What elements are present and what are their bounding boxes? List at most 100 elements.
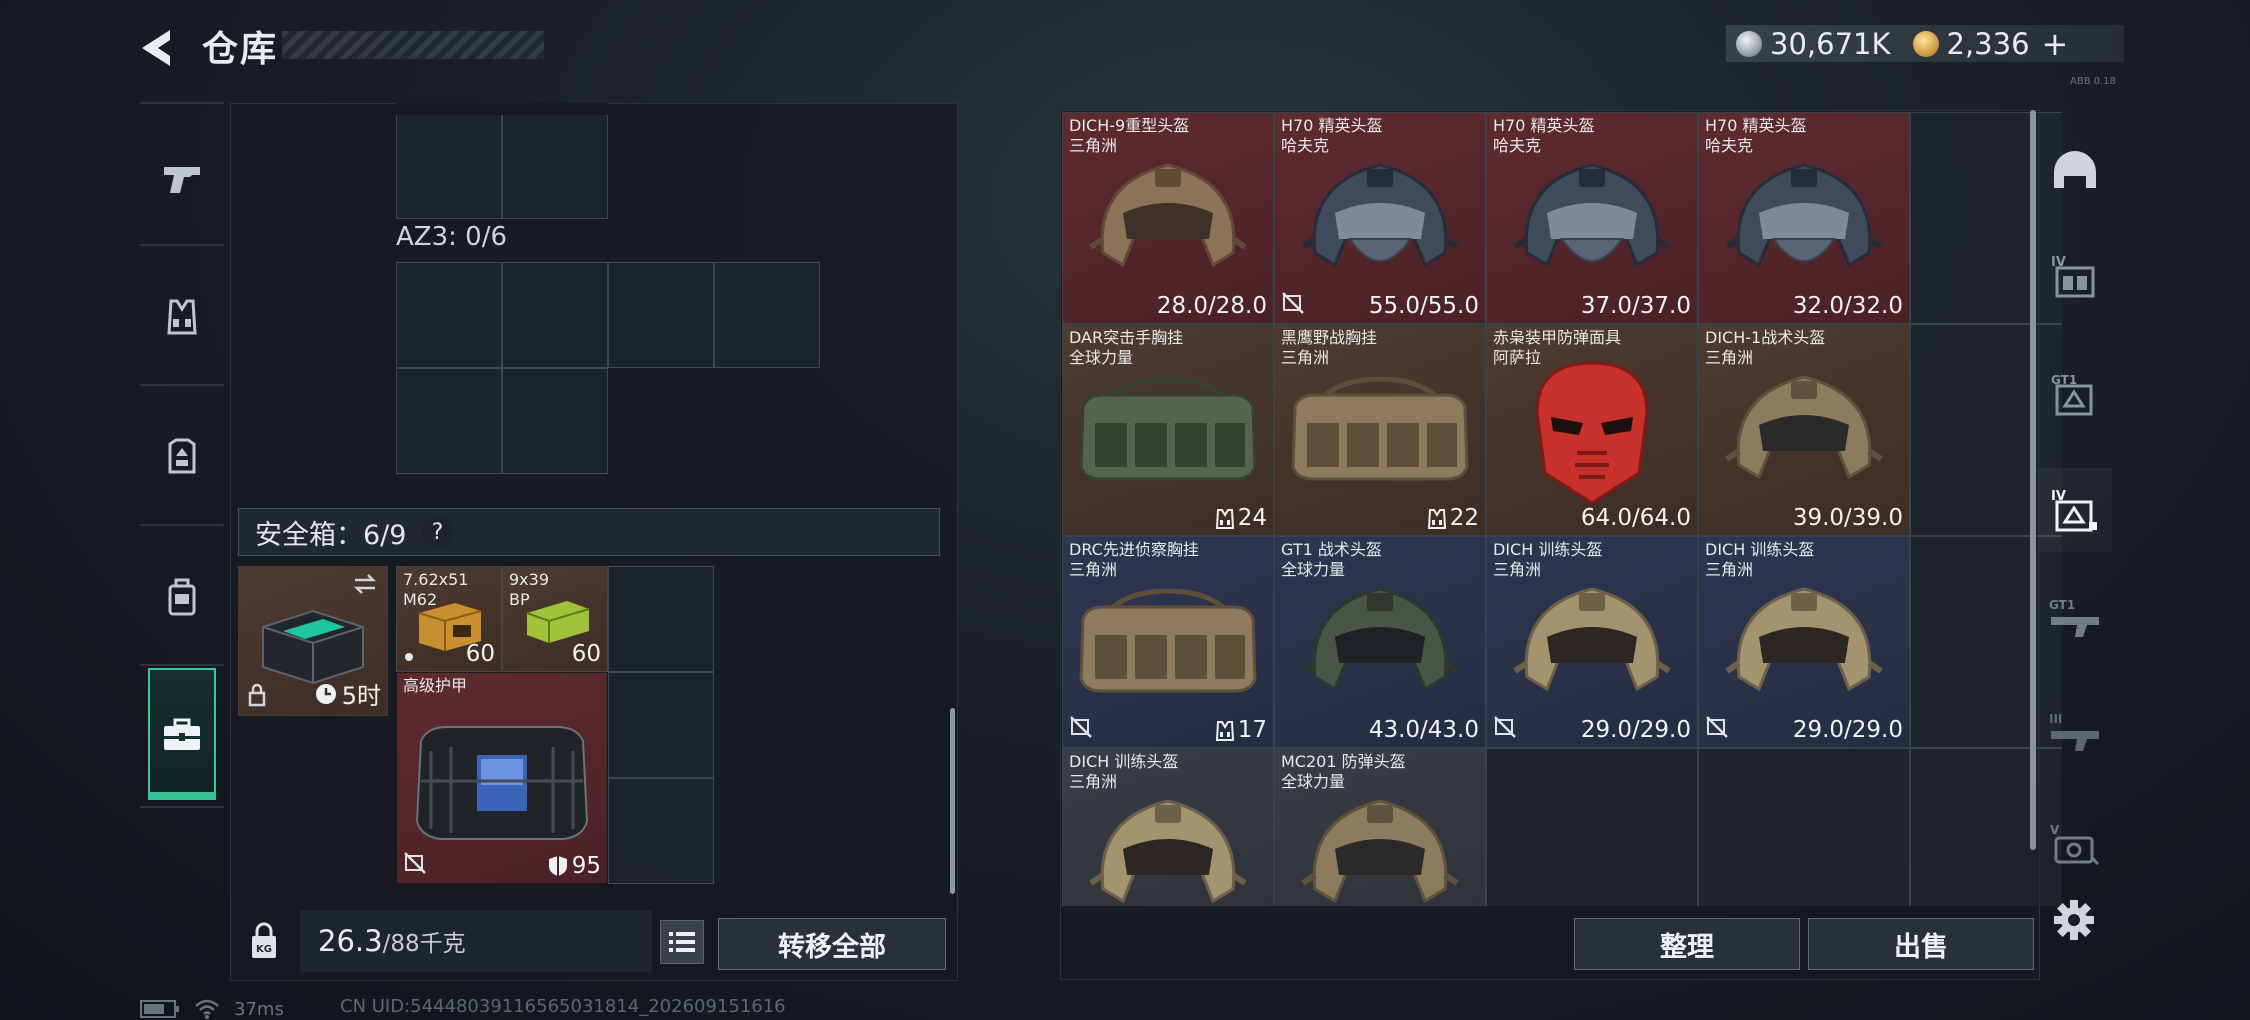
new-dot-icon — [405, 653, 413, 661]
item-name: DICH 训练头盔 — [1705, 540, 1815, 559]
stash-item[interactable]: DRC先进侦察胸挂 三角洲 17 — [1063, 537, 1273, 747]
durability-value: 32.0/32.0 — [1792, 293, 1903, 319]
gt1-armor-filter-icon: GT1 — [2051, 373, 2093, 416]
stash-scrollbar[interactable] — [2030, 110, 2036, 850]
case-icon — [164, 718, 200, 750]
filter-gt1-armor[interactable]: GT1 — [2040, 352, 2110, 436]
item-image — [1083, 143, 1253, 297]
item-name: 赤枭装甲防弹面具 — [1493, 328, 1622, 347]
help-button[interactable]: ? — [422, 517, 453, 547]
transfer-all-button[interactable]: 转移全部 — [718, 918, 946, 970]
sort-button[interactable]: 整理 — [1574, 918, 1800, 970]
item-faction: 三角洲 — [1705, 560, 1754, 579]
az3-slot[interactable] — [502, 368, 608, 474]
safebox-slot[interactable] — [608, 566, 714, 672]
az3-capacity-label: AZ3: 0/6 — [396, 222, 508, 252]
stash-grid: DICH-9重型头盔 三角洲 28.0/28.0 H70 精英头盔 哈夫克 55.0/55… — [1062, 112, 2062, 906]
item-name: DICH-1战术头盔 — [1705, 328, 1826, 347]
durability-value: 37.0/37.0 — [1580, 293, 1691, 319]
svg-text:KG: KG — [256, 944, 272, 955]
stash-slot[interactable] — [1486, 748, 1698, 906]
durability-value: 29.0/29.0 — [1792, 717, 1903, 743]
stash-item[interactable]: GT1 战术头盔 全球力量 43.0/43.0 — [1275, 537, 1485, 747]
settings-button[interactable] — [2050, 896, 2098, 944]
durability-value: 28.0/28.0 — [1156, 293, 1267, 319]
item-name: H70 精英头盔 — [1493, 116, 1595, 135]
safebox-item[interactable]: 5时 — [238, 566, 388, 716]
silver-amount: 30,671K — [1770, 26, 1891, 61]
back-button[interactable] — [136, 26, 180, 70]
wifi-icon — [195, 999, 219, 1019]
az3-slot[interactable] — [396, 368, 502, 474]
item-name: H70 精英头盔 — [1281, 116, 1383, 135]
filter-all[interactable] — [2040, 128, 2110, 212]
add-currency-button[interactable]: + — [2042, 25, 2069, 63]
item-sub: M62 — [403, 590, 438, 609]
swap-icon[interactable] — [351, 573, 379, 595]
stash-item[interactable]: 赤枭装甲防弹面具 阿萨拉 64.0/64.0 — [1487, 325, 1697, 535]
stash-item[interactable]: DAR突击手胸挂 全球力量 24 — [1063, 325, 1273, 535]
filter-iv-helmet[interactable]: IV — [2040, 468, 2110, 552]
advanced-armor-item[interactable]: 高级护甲 95 — [397, 673, 607, 883]
filter-v-equipment[interactable]: V — [2040, 802, 2110, 886]
v-equipment-filter-icon: V — [2050, 823, 2100, 866]
nav-armor[interactable] — [140, 398, 224, 516]
item-name: H70 精英头盔 — [1705, 116, 1807, 135]
ammo-762x51-item[interactable]: 7.62x51 M62 60 — [397, 567, 501, 671]
armor-plate-icon — [168, 438, 196, 474]
stash-item[interactable]: H70 精英头盔 哈夫克 32.0/32.0 — [1699, 113, 1909, 323]
az3-slot[interactable] — [502, 262, 608, 368]
stash-item[interactable]: DICH-1战术头盔 三角洲 39.0/39.0 — [1699, 325, 1909, 535]
item-faction: 全球力量 — [1069, 348, 1134, 367]
weight-lock-button[interactable]: KG — [232, 910, 296, 972]
status-bar: 37ms — [140, 998, 284, 1020]
stash-item[interactable]: H70 精英头盔 哈夫克 55.0/55.0 — [1275, 113, 1485, 323]
armor-durability: 95 — [548, 853, 601, 879]
weight-lock-icon: KG — [252, 922, 276, 958]
nav-divider — [140, 102, 224, 104]
item-name: DICH-9重型头盔 — [1069, 116, 1190, 135]
weight-max: /88千克 — [382, 931, 466, 957]
az3-slot[interactable] — [714, 262, 820, 368]
stash-item[interactable]: DICH 训练头盔 三角洲 29.0/29.0 — [1699, 537, 1909, 747]
item-faction: 哈夫克 — [1281, 136, 1330, 155]
cannot-repair-icon — [403, 851, 427, 879]
sell-button[interactable]: 出售 — [1808, 918, 2034, 970]
capacity-value: 24 — [1215, 505, 1267, 531]
ping-value: 37ms — [234, 998, 284, 1020]
grid-slot[interactable] — [502, 113, 608, 219]
item-name: 7.62x51 — [403, 570, 469, 589]
filter-gt1-weapon[interactable]: GT1 — [2040, 576, 2110, 660]
nav-backpack[interactable] — [140, 538, 224, 656]
az3-slot[interactable] — [608, 262, 714, 368]
az3-slot[interactable] — [396, 262, 502, 368]
nav-divider — [140, 384, 224, 386]
nav-safebox[interactable] — [148, 668, 216, 800]
stash-item[interactable]: DICH 训练头盔 三角洲 — [1063, 749, 1273, 906]
stash-item[interactable]: DICH 训练头盔 三角洲 29.0/29.0 — [1487, 537, 1697, 747]
safebox-slot[interactable] — [608, 672, 714, 778]
stash-item[interactable]: DICH-9重型头盔 三角洲 28.0/28.0 — [1063, 113, 1273, 323]
stash-item[interactable]: H70 精英头盔 哈夫克 37.0/37.0 — [1487, 113, 1697, 323]
safebox-slot[interactable] — [608, 778, 714, 884]
stash-item[interactable]: 黑鹰野战胸挂 三角洲 22 — [1275, 325, 1485, 535]
nav-weapons[interactable] — [140, 120, 224, 238]
backpack-icon — [168, 578, 196, 616]
stash-item[interactable]: MC201 防弹头盔 全球力量 — [1275, 749, 1485, 906]
nav-divider — [140, 244, 224, 246]
list-view-button[interactable] — [660, 920, 704, 964]
item-image — [1507, 567, 1677, 721]
container-scrollbar[interactable] — [950, 708, 955, 894]
filter-iv-vest[interactable]: IV — [2040, 234, 2110, 318]
cannot-repair-icon — [1281, 291, 1305, 319]
ammo-9x39-item[interactable]: 9x39 BP 60 — [503, 567, 607, 671]
cannot-repair-icon — [1069, 715, 1093, 743]
filter-iii-weapon[interactable]: III — [2040, 690, 2110, 774]
grid-slot[interactable] — [396, 113, 502, 219]
nav-chest-rig[interactable] — [140, 258, 224, 376]
list-icon — [669, 932, 695, 952]
stash-slot[interactable] — [1698, 748, 1910, 906]
item-image — [1073, 588, 1263, 703]
gold-coin-icon — [1912, 30, 1939, 57]
helmet-filter-icon — [2054, 151, 2096, 188]
